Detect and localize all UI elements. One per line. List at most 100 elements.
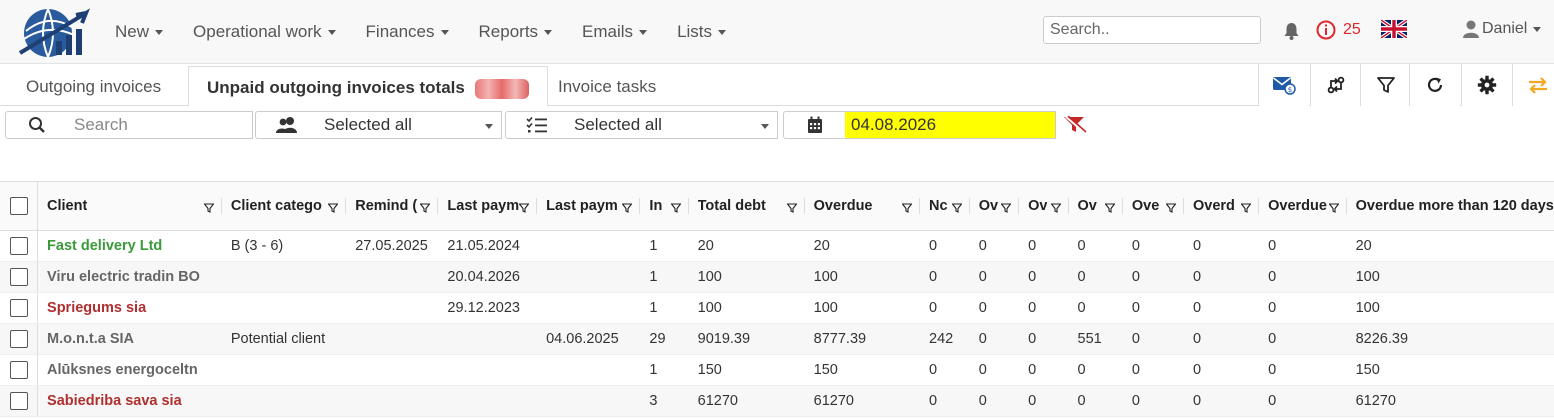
column-header[interactable]: Overdue more than 120 days (1346, 182, 1554, 231)
refresh-icon (1427, 77, 1443, 92)
column-filter-icon[interactable] (1049, 201, 1062, 217)
clients-filter-button[interactable] (255, 111, 319, 139)
row-checkbox[interactable] (9, 267, 28, 286)
nav-finances[interactable]: Finances (366, 22, 449, 42)
nav-operational-work[interactable]: Operational work (193, 22, 336, 42)
column-header[interactable]: Overd (1183, 182, 1260, 231)
row-checkbox[interactable] (9, 236, 28, 255)
column-filter-icon[interactable] (518, 201, 530, 217)
column-filter-icon[interactable] (901, 201, 913, 217)
client-name-link[interactable]: Alūksnes energoceltn (37, 354, 222, 386)
client-name-link[interactable]: Fast delivery Ltd (37, 230, 222, 262)
nav-new[interactable]: New (115, 22, 164, 42)
swap-view-button[interactable] (1512, 64, 1554, 106)
column-header[interactable]: Last paym (537, 182, 641, 231)
column-header[interactable]: Ove (1122, 182, 1184, 231)
date-input[interactable]: 04.08.2026 (845, 111, 1056, 139)
column-header[interactable]: Nc (920, 182, 970, 231)
column-header[interactable]: Overdue (804, 182, 921, 231)
table-cell: 0 (1068, 261, 1123, 293)
table-row[interactable]: Alūksnes energoceltn 1 150 150 0 0 0 0 0 0 0 150 (0, 354, 1554, 386)
column-filter-icon[interactable] (670, 201, 682, 217)
company-logo[interactable] (16, 3, 92, 61)
global-search-input[interactable] (1043, 16, 1261, 44)
transfer-arrows-icon (1327, 76, 1345, 94)
column-header[interactable]: Ov (969, 182, 1020, 231)
table-row[interactable]: Spriegums sia 29.12.2023 1 100 100 0 0 0 0 0 0 0 100 (0, 292, 1554, 324)
row-checkbox[interactable] (9, 329, 28, 348)
table-row[interactable]: Fast delivery Ltd B (3 - 6) 27.05.2025 21.0… (0, 230, 1554, 262)
sync-button[interactable] (1310, 64, 1361, 106)
column-header[interactable]: Total debt (688, 182, 805, 231)
column-header[interactable]: Ov (1068, 182, 1123, 231)
table-cell: 0 (1019, 323, 1069, 355)
table-row[interactable]: Viru electric tradin BO 20.04.2026 1 100 100… (0, 261, 1554, 293)
nav-emails[interactable]: Emails (582, 22, 648, 42)
clients-select[interactable]: Selected all (318, 111, 502, 139)
search-button[interactable] (5, 111, 69, 139)
client-name-link[interactable]: M.o.n.t.a SIA (37, 323, 222, 355)
tab-invoice-tasks[interactable]: Invoice tasks (558, 64, 656, 106)
table-cell: 100 (804, 261, 921, 293)
row-checkbox[interactable] (9, 360, 28, 379)
table-cell: 0 (1122, 354, 1184, 386)
column-header[interactable]: Client catego (221, 182, 347, 231)
column-filter-icon[interactable] (203, 201, 215, 217)
search-field[interactable]: Search (68, 111, 253, 139)
column-filter-icon[interactable] (1000, 201, 1012, 217)
categories-filter-button[interactable] (505, 111, 569, 139)
nav-item-label: Operational work (193, 22, 322, 41)
column-header[interactable]: Remind ( (346, 182, 439, 231)
nav-lists[interactable]: Lists (677, 22, 727, 42)
nav-reports[interactable]: Reports (479, 22, 553, 42)
gear-icon (1477, 75, 1497, 95)
column-filter-icon[interactable] (1327, 201, 1340, 217)
chevron-down-icon (639, 30, 648, 36)
table-row[interactable]: Sabiedriba sava sia 3 61270 61270 0 0 0 0 0 0 0 612… (0, 385, 1554, 417)
column-header[interactable]: Ov (1019, 182, 1069, 231)
column-filter-icon[interactable] (621, 201, 634, 217)
column-filter-icon[interactable] (786, 201, 798, 217)
column-header[interactable]: Client (37, 182, 222, 231)
table-cell: 04.06.2025 (537, 323, 641, 355)
uk-flag-icon[interactable] (1381, 20, 1407, 38)
column-filter-icon[interactable] (951, 201, 963, 217)
table-cell: 0 (1122, 323, 1184, 355)
column-header[interactable]: In (640, 182, 689, 231)
client-name-link[interactable]: Spriegums sia (37, 292, 222, 324)
table-cell: 0 (1019, 292, 1069, 324)
column-filter-icon[interactable] (419, 201, 432, 217)
column-header[interactable]: Last paym (438, 182, 538, 231)
table-cell: 61270 (688, 385, 805, 417)
column-filter-icon[interactable] (1165, 201, 1177, 217)
filter-button[interactable] (1360, 64, 1411, 106)
table-cell: 0 (1068, 292, 1123, 324)
clear-filter-icon[interactable] (1063, 116, 1087, 134)
table-cell: 0 (969, 292, 1020, 324)
column-header-label: Overd (1192, 197, 1235, 214)
alerts-indicator[interactable]: 25 (1316, 20, 1361, 40)
column-filter-icon[interactable] (1104, 201, 1116, 217)
tab-outgoing-invoices[interactable]: Outgoing invoices (26, 64, 161, 106)
table-cell: 0 (1183, 323, 1260, 355)
tab-unpaid-invoices-totals[interactable]: Unpaid outgoing invoices totals (188, 66, 548, 107)
row-checkbox[interactable] (9, 298, 28, 317)
column-filter-icon[interactable] (1240, 201, 1252, 217)
table-cell: 0 (1068, 385, 1123, 417)
column-header[interactable]: Overdue (1259, 182, 1347, 231)
table-cell: 0 (920, 292, 970, 324)
client-name-link[interactable]: Sabiedriba sava sia (37, 385, 222, 417)
user-menu[interactable]: Daniel (1463, 20, 1542, 38)
row-checkbox[interactable] (9, 391, 28, 410)
send-invoice-email-button[interactable]: $ (1258, 64, 1309, 106)
select-all-checkbox[interactable] (9, 196, 28, 215)
column-filter-icon[interactable] (327, 201, 339, 217)
column-header-label: Overdue more than 120 days (1355, 197, 1554, 214)
table-row[interactable]: M.o.n.t.a SIA Potential client 04.06.2025 2… (0, 323, 1554, 355)
bell-icon[interactable] (1283, 22, 1300, 40)
refresh-button[interactable] (1409, 64, 1460, 106)
settings-button[interactable] (1461, 64, 1512, 106)
date-picker-button[interactable] (783, 111, 846, 139)
categories-select[interactable]: Selected all (568, 111, 778, 139)
client-name-link[interactable]: Viru electric tradin BO (37, 261, 222, 293)
